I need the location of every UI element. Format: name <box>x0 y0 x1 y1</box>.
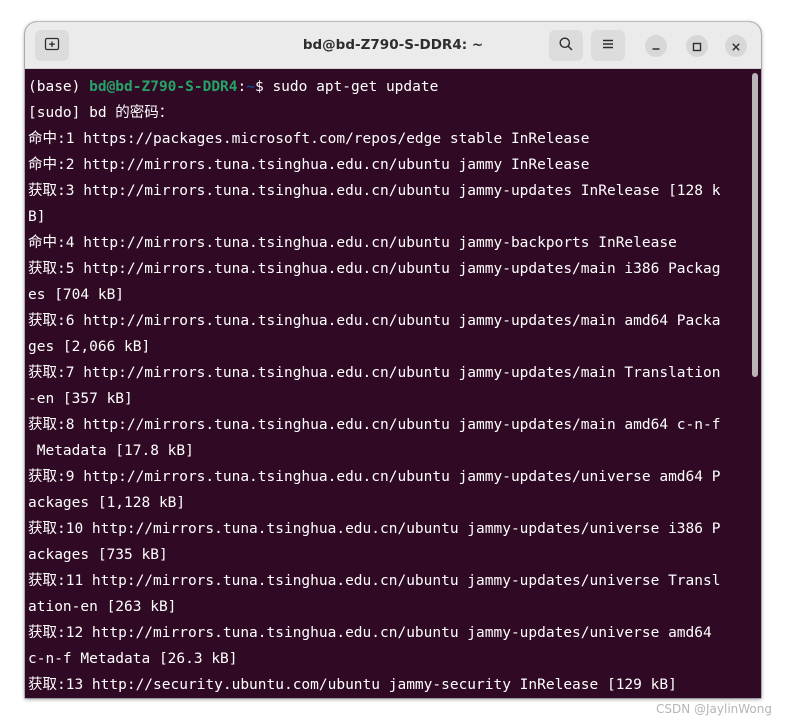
prompt-line: (base) bd@bd-Z790-S-DDR4:~$ sudo apt-get… <box>28 74 750 100</box>
output-line: -en [357 kB] <box>28 391 133 407</box>
output-line: c-n-f Metadata [26.3 kB] <box>28 651 238 667</box>
terminal-lines: (base) bd@bd-Z790-S-DDR4:~$ sudo apt-get… <box>28 74 750 698</box>
output-line: 获取:11 http://mirrors.tuna.tsinghua.edu.c… <box>28 573 721 589</box>
close-button[interactable] <box>725 35 747 57</box>
prompt-symbol: $ <box>254 79 273 95</box>
search-icon <box>558 36 574 56</box>
output-line: ation-en [263 kB] <box>28 599 177 615</box>
title-bar[interactable]: bd@bd-Z790-S-DDR4: ~ <box>25 22 761 69</box>
prompt-colon: : <box>237 79 247 95</box>
close-icon <box>731 37 741 56</box>
output-line: es [704 kB] <box>28 287 125 303</box>
new-tab-icon <box>44 36 60 56</box>
output-line: 获取:7 http://mirrors.tuna.tsinghua.edu.cn… <box>28 365 721 381</box>
output-line: 获取:12 http://mirrors.tuna.tsinghua.edu.c… <box>28 625 721 641</box>
new-tab-button[interactable] <box>35 30 69 61</box>
output-line: 获取:6 http://mirrors.tuna.tsinghua.edu.cn… <box>28 313 721 329</box>
minimize-icon <box>651 37 661 56</box>
output-line: 获取:5 http://mirrors.tuna.tsinghua.edu.cn… <box>28 261 721 277</box>
minimize-button[interactable] <box>645 35 667 57</box>
prompt-command: sudo apt-get update <box>272 79 439 95</box>
prompt-env: (base) <box>28 79 90 95</box>
output-line: 命中:2 http://mirrors.tuna.tsinghua.edu.cn… <box>28 157 590 173</box>
output-line: Metadata [17.8 kB] <box>28 443 194 459</box>
output-line: 获取:13 http://security.ubuntu.com/ubuntu … <box>28 677 677 693</box>
output-line: 获取:9 http://mirrors.tuna.tsinghua.edu.cn… <box>28 469 721 485</box>
output-line: 获取:3 http://mirrors.tuna.tsinghua.edu.cn… <box>28 183 721 199</box>
output-line: 命中:4 http://mirrors.tuna.tsinghua.edu.cn… <box>28 235 677 251</box>
prompt-path: ~ <box>246 79 255 95</box>
output-line: ackages [1,128 kB] <box>28 495 186 511</box>
maximize-button[interactable] <box>686 35 708 57</box>
watermark: CSDN @JaylinWong <box>655 702 772 716</box>
menu-button[interactable] <box>591 30 625 61</box>
hamburger-menu-icon <box>600 36 616 56</box>
terminal-window: bd@bd-Z790-S-DDR4: ~ (base) bd@bd-Z790-S… <box>25 22 761 698</box>
output-line: B] <box>28 209 46 225</box>
output-line: 命中:1 https://packages.microsoft.com/repo… <box>28 131 590 147</box>
search-button[interactable] <box>549 30 583 61</box>
output-line: [sudo] bd 的密码： <box>28 105 174 121</box>
scrollbar-thumb[interactable] <box>752 73 758 377</box>
output-line: ges [2,066 kB] <box>28 339 151 355</box>
prompt-user-host: bd@bd-Z790-S-DDR4 <box>89 79 238 95</box>
terminal-output[interactable]: (base) bd@bd-Z790-S-DDR4:~$ sudo apt-get… <box>25 69 761 698</box>
output-line: 获取:10 http://mirrors.tuna.tsinghua.edu.c… <box>28 521 721 537</box>
output-line: 获取:8 http://mirrors.tuna.tsinghua.edu.cn… <box>28 417 721 433</box>
maximize-icon <box>692 37 702 56</box>
output-line: ackages [735 kB] <box>28 547 168 563</box>
